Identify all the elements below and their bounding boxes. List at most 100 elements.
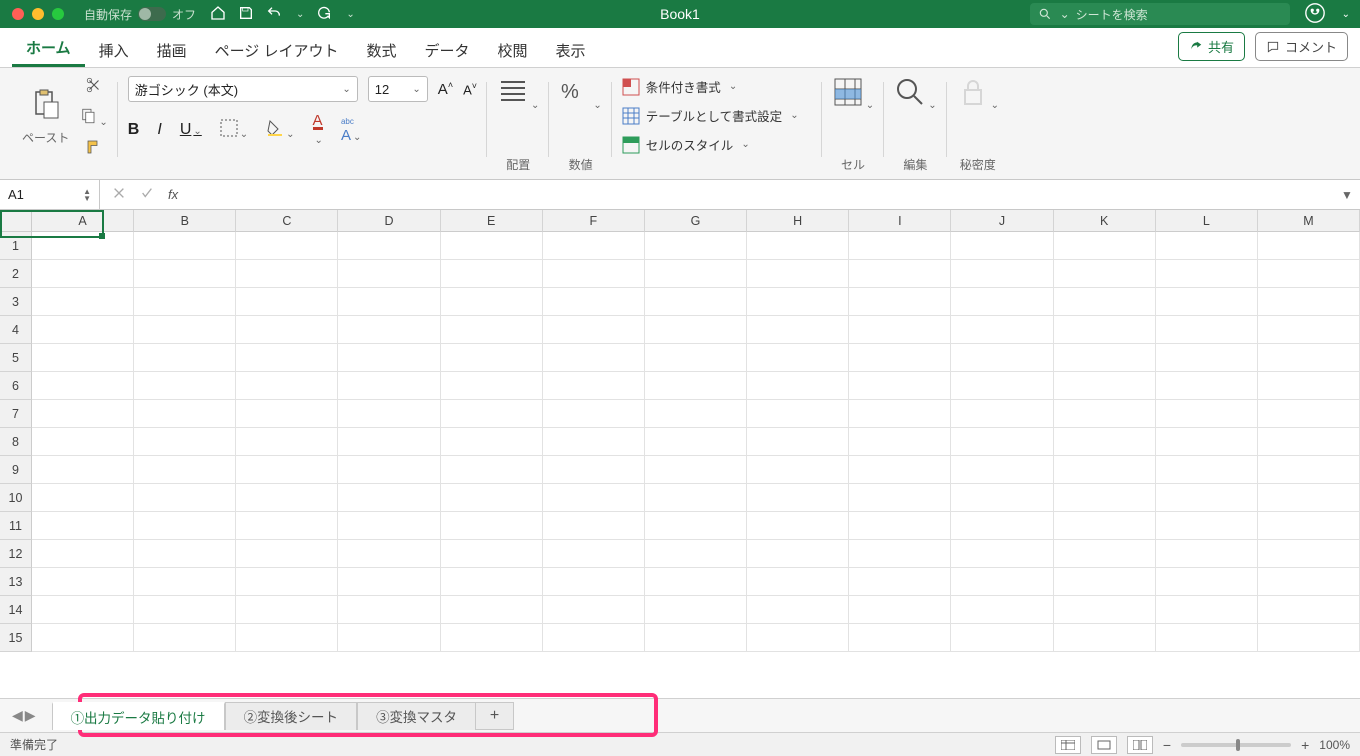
- cell[interactable]: [849, 484, 951, 512]
- row-header[interactable]: 3: [0, 288, 32, 316]
- cell[interactable]: [543, 232, 645, 260]
- cell[interactable]: [32, 344, 134, 372]
- cell[interactable]: [134, 512, 236, 540]
- increase-font-icon[interactable]: A˄: [438, 80, 453, 98]
- cell[interactable]: [1156, 428, 1258, 456]
- cell[interactable]: [1156, 596, 1258, 624]
- cell[interactable]: [32, 540, 134, 568]
- cell[interactable]: [236, 456, 338, 484]
- cell[interactable]: [32, 568, 134, 596]
- cell[interactable]: [645, 456, 747, 484]
- cell[interactable]: [1156, 456, 1258, 484]
- cell[interactable]: [1054, 428, 1156, 456]
- cell[interactable]: [747, 568, 849, 596]
- cell[interactable]: [441, 232, 543, 260]
- cell[interactable]: [338, 344, 440, 372]
- cell[interactable]: [32, 260, 134, 288]
- cell[interactable]: [747, 624, 849, 652]
- cell[interactable]: [1258, 624, 1360, 652]
- cell[interactable]: [849, 596, 951, 624]
- row-header[interactable]: 7: [0, 400, 32, 428]
- cell[interactable]: [951, 512, 1053, 540]
- repeat-icon[interactable]: [316, 5, 332, 24]
- cell[interactable]: [32, 596, 134, 624]
- formula-input[interactable]: [190, 180, 1334, 209]
- cell[interactable]: [543, 400, 645, 428]
- column-header[interactable]: L: [1156, 210, 1258, 232]
- cell[interactable]: [1054, 344, 1156, 372]
- cell[interactable]: [645, 512, 747, 540]
- close-window-button[interactable]: [12, 8, 24, 20]
- cell[interactable]: [1258, 540, 1360, 568]
- cell[interactable]: [32, 232, 134, 260]
- cell[interactable]: [951, 400, 1053, 428]
- spreadsheet-grid[interactable]: ABCDEFGHIJKLM 123456789101112131415: [0, 210, 1360, 698]
- font-color-button[interactable]: A⌄: [313, 112, 323, 147]
- conditional-format-button[interactable]: 条件付き書式⌄: [622, 76, 737, 97]
- cell[interactable]: [338, 400, 440, 428]
- cell[interactable]: [747, 288, 849, 316]
- cell[interactable]: [1258, 288, 1360, 316]
- comments-button[interactable]: コメント: [1255, 32, 1348, 61]
- cell[interactable]: [951, 624, 1053, 652]
- cell[interactable]: [1054, 232, 1156, 260]
- cell[interactable]: [441, 568, 543, 596]
- sheet-tab-2[interactable]: ②変換後シート: [225, 702, 358, 730]
- cell[interactable]: [236, 316, 338, 344]
- cell[interactable]: [747, 512, 849, 540]
- cell[interactable]: [543, 344, 645, 372]
- cell[interactable]: [1156, 400, 1258, 428]
- cell[interactable]: [543, 568, 645, 596]
- cell[interactable]: [849, 624, 951, 652]
- cell[interactable]: [543, 288, 645, 316]
- cell[interactable]: [1156, 568, 1258, 596]
- cell[interactable]: [645, 428, 747, 456]
- cell[interactable]: [236, 568, 338, 596]
- font-name-select[interactable]: 游ゴシック (本文)⌄: [128, 76, 358, 102]
- select-all-corner[interactable]: [0, 210, 32, 232]
- column-header[interactable]: H: [747, 210, 849, 232]
- cell[interactable]: [1258, 400, 1360, 428]
- column-header[interactable]: M: [1258, 210, 1360, 232]
- cell[interactable]: [441, 344, 543, 372]
- cell[interactable]: [645, 316, 747, 344]
- cell[interactable]: [747, 596, 849, 624]
- cell[interactable]: [236, 260, 338, 288]
- cell[interactable]: [32, 512, 134, 540]
- fx-label[interactable]: fx: [168, 187, 178, 202]
- cell[interactable]: [849, 344, 951, 372]
- cell[interactable]: [441, 288, 543, 316]
- zoom-level[interactable]: 100%: [1319, 738, 1350, 752]
- cell[interactable]: [645, 260, 747, 288]
- maximize-window-button[interactable]: [52, 8, 64, 20]
- cell[interactable]: [338, 260, 440, 288]
- cell[interactable]: [951, 316, 1053, 344]
- sheet-tab-1[interactable]: ①出力データ貼り付け: [52, 702, 225, 730]
- cells-icon[interactable]: ⌄: [832, 76, 874, 111]
- cell[interactable]: [951, 484, 1053, 512]
- save-icon[interactable]: [238, 5, 254, 24]
- cell[interactable]: [645, 484, 747, 512]
- phonetic-button[interactable]: abcA⌄: [341, 116, 361, 144]
- cell[interactable]: [1258, 484, 1360, 512]
- cell[interactable]: [1054, 400, 1156, 428]
- tab-insert[interactable]: 挿入: [85, 32, 143, 67]
- cell[interactable]: [1054, 568, 1156, 596]
- cell[interactable]: [338, 288, 440, 316]
- cancel-formula-icon[interactable]: [112, 186, 126, 203]
- minimize-window-button[interactable]: [32, 8, 44, 20]
- cell-styles-button[interactable]: セルのスタイル⌄: [622, 134, 750, 155]
- italic-button[interactable]: I: [157, 121, 161, 139]
- cell[interactable]: [951, 372, 1053, 400]
- add-sheet-button[interactable]: +: [476, 702, 514, 730]
- cell[interactable]: [236, 624, 338, 652]
- autosave-indicator[interactable]: 自動保存 オフ: [84, 6, 196, 23]
- cell[interactable]: [441, 512, 543, 540]
- cell[interactable]: [134, 596, 236, 624]
- cell[interactable]: [1258, 456, 1360, 484]
- row-header[interactable]: 10: [0, 484, 32, 512]
- cell[interactable]: [849, 568, 951, 596]
- cell[interactable]: [747, 372, 849, 400]
- row-header[interactable]: 11: [0, 512, 32, 540]
- cell[interactable]: [134, 316, 236, 344]
